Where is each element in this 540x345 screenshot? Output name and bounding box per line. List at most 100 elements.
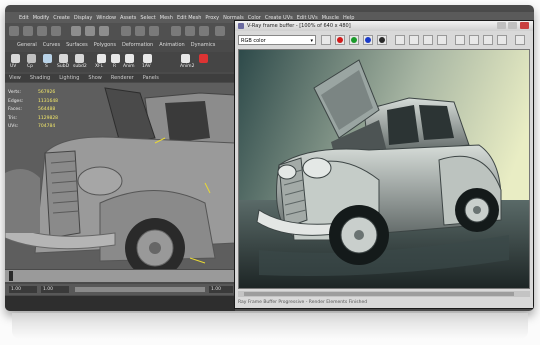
viewport-panel-menu: View Shading Lighting Show Renderer Pane… (5, 74, 239, 82)
hud-row-tris: Tris: 1129828 (8, 115, 58, 124)
panel-menu-panels[interactable]: Panels (143, 75, 159, 81)
minimize-button[interactable] (497, 22, 506, 29)
hud-value: 704784 (38, 124, 56, 129)
hud-label: UVs: (8, 124, 19, 129)
menu-select[interactable]: Select (140, 15, 155, 21)
panel-menu-view[interactable]: View (9, 75, 21, 81)
panel-menu-shading[interactable]: Shading (30, 75, 50, 81)
lut-icon[interactable] (469, 35, 479, 45)
app-frame: Edit Modify Create Display Window Assets… (5, 5, 534, 311)
range-slider: 1.00 1.00 1.00 (5, 284, 235, 295)
save-image-icon[interactable] (321, 35, 331, 45)
subd2-icon[interactable] (75, 54, 84, 63)
r-icon[interactable] (111, 54, 120, 63)
shelf-label-1av: 1AV (142, 64, 151, 69)
select-hierarchy-icon[interactable] (71, 26, 81, 36)
vfb-title: V-Ray frame buffer - [100% of 640 x 480] (247, 23, 351, 29)
stop-render-icon[interactable] (515, 35, 525, 45)
load-icon[interactable] (423, 35, 433, 45)
horizontal-scrollbar[interactable] (238, 291, 530, 297)
menu-edit[interactable]: Edit (19, 15, 29, 21)
vfb-toolbar: RGB color ▾ (235, 33, 533, 47)
tab-dynamics[interactable]: Dynamics (191, 42, 216, 51)
cp-icon[interactable] (27, 54, 36, 63)
range-end-field[interactable]: 1.00 (209, 286, 233, 293)
clear-icon[interactable] (437, 35, 447, 45)
blue-channel-button[interactable] (363, 35, 373, 45)
vfb-titlebar[interactable]: V-Ray frame buffer - [100% of 640 x 480] (235, 21, 533, 31)
new-scene-icon[interactable] (23, 26, 33, 36)
vfb-status-bar: Ray Frame Buffer Progressive - Render El… (238, 299, 530, 307)
alpha-dot-icon (379, 37, 385, 43)
green-channel-button[interactable] (349, 35, 359, 45)
select-component-icon[interactable] (99, 26, 109, 36)
s-icon[interactable] (43, 54, 52, 63)
maya-viewport[interactable]: Verts: 567926 Edges: 1131648 Faces: 564488 … (5, 83, 235, 269)
menu-assets[interactable]: Assets (120, 15, 136, 21)
panel-menu-renderer[interactable]: Renderer (111, 75, 134, 81)
time-slider[interactable] (5, 270, 235, 282)
color-correct-icon[interactable] (455, 35, 465, 45)
rendered-image[interactable] (238, 49, 530, 289)
scrollbar-thumb[interactable] (244, 292, 514, 296)
menu-modify[interactable]: Modify (33, 15, 50, 21)
hud-row-faces: Faces: 564488 (8, 106, 55, 115)
tab-polygons[interactable]: Polygons (94, 42, 116, 51)
red-sphere-icon[interactable] (199, 54, 208, 63)
snap-point-icon[interactable] (149, 26, 159, 36)
open-scene-icon[interactable] (37, 26, 47, 36)
current-time-marker[interactable] (9, 271, 13, 281)
menu-edit-mesh[interactable]: Edit Mesh (177, 15, 201, 21)
range-current-field[interactable]: 1.00 (41, 286, 69, 293)
chevron-down-icon: ▾ (310, 38, 313, 44)
render-settings-icon[interactable] (199, 26, 209, 36)
subd-icon[interactable] (59, 54, 68, 63)
range-bar[interactable] (75, 287, 205, 292)
select-object-icon[interactable] (85, 26, 95, 36)
hud-row-verts: Verts: 567926 (8, 89, 55, 98)
red-channel-button[interactable] (335, 35, 345, 45)
vfb-status-text: Ray Frame Buffer Progressive - Render El… (238, 300, 368, 305)
tab-curves[interactable]: Curves (43, 42, 60, 51)
anim2-icon[interactable] (181, 54, 190, 63)
render-icon[interactable] (171, 26, 181, 36)
channel-select[interactable]: RGB color ▾ (238, 35, 316, 45)
shelf-label-subd2: subd2 (73, 64, 87, 69)
tab-general[interactable]: General (17, 42, 37, 51)
xfl-icon[interactable] (97, 54, 106, 63)
mono-icon[interactable] (395, 35, 405, 45)
render-region-icon[interactable] (483, 35, 493, 45)
tab-surfaces[interactable]: Surfaces (66, 42, 88, 51)
uv-icon[interactable] (11, 54, 20, 63)
track-mouse-icon[interactable] (497, 35, 507, 45)
tab-animation[interactable]: Animation (159, 42, 185, 51)
maximize-button[interactable] (508, 22, 517, 29)
panel-menu-lighting[interactable]: Lighting (59, 75, 79, 81)
tab-deformation[interactable]: Deformation (122, 42, 153, 51)
1av-icon[interactable] (143, 54, 152, 63)
range-start-field[interactable]: 1.00 (9, 286, 37, 293)
vray-frame-buffer-window: V-Ray frame buffer - [100% of 640 x 480]… (234, 20, 534, 309)
close-button[interactable] (520, 22, 529, 29)
hud-row-edges: Edges: 1131648 (8, 98, 58, 107)
mode-icon[interactable] (9, 26, 19, 36)
anim-icon[interactable] (125, 54, 134, 63)
panel-menu-show[interactable]: Show (88, 75, 102, 81)
menu-mesh[interactable]: Mesh (160, 15, 173, 21)
command-line[interactable] (5, 296, 235, 311)
snap-grid-icon[interactable] (121, 26, 131, 36)
menu-create[interactable]: Create (53, 15, 70, 21)
save-scene-icon[interactable] (51, 26, 61, 36)
hud-value: 564488 (38, 107, 56, 112)
snap-curve-icon[interactable] (135, 26, 145, 36)
menu-window[interactable]: Window (96, 15, 116, 21)
green-dot-icon (351, 37, 357, 43)
menu-display[interactable]: Display (74, 15, 92, 21)
maya-status-toolbar (5, 23, 235, 40)
menu-proxy[interactable]: Proxy (205, 15, 219, 21)
input-line-icon[interactable] (215, 26, 225, 36)
ipr-render-icon[interactable] (185, 26, 195, 36)
save-icon[interactable] (409, 35, 419, 45)
hud-label: Tris: (8, 115, 18, 121)
alpha-channel-button[interactable] (377, 35, 387, 45)
